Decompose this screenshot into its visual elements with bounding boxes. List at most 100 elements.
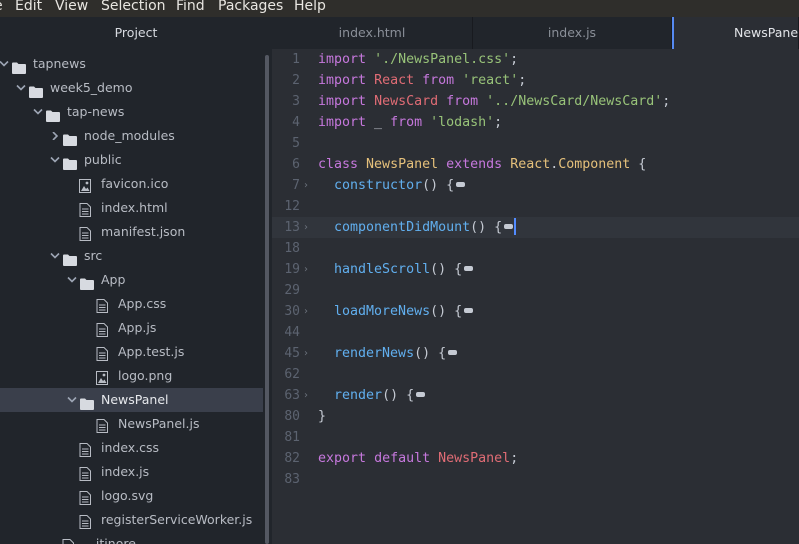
tree-file-app-js[interactable]: App.js bbox=[0, 316, 263, 340]
line-number: 12 bbox=[284, 199, 300, 214]
tree-file-favicon-ico[interactable]: favicon.ico bbox=[0, 172, 263, 196]
tree-file-registerserviceworker-js[interactable]: registerServiceWorker.js bbox=[0, 508, 263, 532]
code-editor[interactable]: 1 import './NewsPanel.css'; 2 import React … bbox=[272, 49, 799, 544]
menu-item-edit[interactable]: Edit bbox=[15, 0, 42, 14]
tree-folder-newspanel[interactable]: NewsPanel bbox=[0, 388, 263, 412]
tree-folder-src[interactable]: src bbox=[0, 244, 263, 268]
code-token: extends bbox=[446, 157, 503, 172]
code-token: renderNews bbox=[334, 346, 415, 361]
tree-folder-app[interactable]: App bbox=[0, 268, 263, 292]
tree-item-label: favicon.ico bbox=[101, 176, 169, 191]
line-number: 6 bbox=[292, 157, 300, 172]
code-token: { bbox=[630, 157, 647, 172]
tree-item-label: App.js bbox=[118, 320, 157, 335]
tab-index-html[interactable]: index.html bbox=[272, 17, 473, 49]
folded-code-indicator-icon[interactable] bbox=[464, 307, 474, 313]
line-number: 30 bbox=[284, 304, 300, 319]
code-token: from bbox=[390, 115, 423, 130]
code-line[interactable]: renderNews() { bbox=[318, 343, 458, 364]
menu-bar: e Edit View Selection Find Packages Help bbox=[0, 0, 799, 17]
line-number: 82 bbox=[284, 451, 300, 466]
tab-index-js[interactable]: index.js bbox=[473, 17, 672, 49]
fold-arrow-icon[interactable]: › bbox=[304, 385, 312, 406]
tree-scrollbar[interactable] bbox=[265, 55, 269, 544]
menu-item-view[interactable]: View bbox=[55, 0, 88, 14]
code-line[interactable]: class NewsPanel extends React.Component … bbox=[318, 154, 646, 175]
code-line[interactable]: handleScroll() { bbox=[318, 259, 474, 280]
code-token: import bbox=[318, 73, 367, 88]
tree-file-manifest-json[interactable]: manifest.json bbox=[0, 220, 263, 244]
folded-code-indicator-icon[interactable] bbox=[416, 391, 426, 397]
code-line[interactable]: import React from 'react'; bbox=[318, 70, 526, 91]
chevron-down-icon[interactable] bbox=[66, 388, 78, 412]
code-line[interactable]: export default NewsPanel; bbox=[318, 448, 518, 469]
fold-arrow-icon[interactable]: › bbox=[304, 301, 312, 322]
code-token: loadMoreNews bbox=[334, 304, 431, 319]
folded-code-indicator-icon[interactable] bbox=[456, 181, 466, 187]
file-icon bbox=[62, 537, 76, 544]
menu-item-selection[interactable]: Selection bbox=[101, 0, 166, 14]
chevron-down-icon[interactable] bbox=[66, 268, 78, 292]
tree-folder-tap-news[interactable]: tap-news bbox=[0, 100, 263, 124]
code-token: NewsCard bbox=[374, 94, 439, 109]
chevron-down-icon[interactable] bbox=[15, 76, 27, 100]
chevron-down-icon[interactable] bbox=[49, 148, 61, 172]
code-token: ; bbox=[494, 115, 503, 130]
tree-folder-week5-demo[interactable]: week5_demo bbox=[0, 76, 263, 100]
chevron-down-icon[interactable] bbox=[32, 100, 44, 124]
menu-item-help[interactable]: Help bbox=[294, 0, 326, 14]
tree-file-newspanel-js[interactable]: NewsPanel.js bbox=[0, 412, 263, 436]
fold-arrow-icon[interactable]: › bbox=[304, 259, 312, 280]
fold-arrow-icon[interactable]: › bbox=[304, 343, 312, 364]
code-line[interactable]: constructor() { bbox=[318, 175, 466, 196]
chevron-down-icon[interactable] bbox=[49, 244, 61, 268]
tree-folder-node-modules[interactable]: node_modules bbox=[0, 124, 263, 148]
tree-file-logo-svg[interactable]: logo.svg bbox=[0, 484, 263, 508]
tree-file-app-test-js[interactable]: App.test.js bbox=[0, 340, 263, 364]
line-number: 4 bbox=[292, 115, 300, 130]
tree-file-itinore[interactable]: ...itinore bbox=[0, 532, 263, 544]
menu-item-e[interactable]: e bbox=[0, 0, 3, 14]
folded-code-indicator-icon[interactable] bbox=[504, 223, 514, 229]
code-line[interactable]: import _ from 'lodash'; bbox=[318, 112, 502, 133]
folded-code-indicator-icon[interactable] bbox=[464, 265, 474, 271]
tree-file-index-js[interactable]: index.js bbox=[0, 460, 263, 484]
line-number: 13 bbox=[284, 220, 300, 235]
tree-file-logo-png[interactable]: logo.png bbox=[0, 364, 263, 388]
line-number: 19 bbox=[284, 262, 300, 277]
code-line[interactable]: componentDidMount() { bbox=[318, 217, 517, 238]
tree-item-label: registerServiceWorker.js bbox=[101, 512, 253, 527]
code-line[interactable]: import './NewsPanel.css'; bbox=[318, 49, 518, 70]
code-line[interactable]: render() { bbox=[318, 385, 426, 406]
tab-newspanel-js[interactable]: NewsPanel.js bbox=[672, 17, 799, 49]
code-token: import bbox=[318, 94, 367, 109]
folded-code-indicator-icon[interactable] bbox=[448, 349, 458, 355]
file-icon bbox=[79, 225, 93, 241]
tree-folder-tapnews[interactable]: tapnews bbox=[0, 52, 263, 76]
chevron-right-icon[interactable] bbox=[49, 124, 61, 148]
tree-folder-public[interactable]: public bbox=[0, 148, 263, 172]
fold-arrow-icon[interactable]: › bbox=[304, 175, 312, 196]
code-line[interactable]: } bbox=[318, 406, 326, 427]
tree-file-index-css[interactable]: index.css bbox=[0, 436, 263, 460]
fold-arrow-icon[interactable]: › bbox=[304, 217, 312, 238]
code-token: import bbox=[318, 115, 367, 130]
menu-item-find[interactable]: Find bbox=[176, 0, 205, 14]
line-number: 62 bbox=[284, 367, 300, 382]
menu-item-packages[interactable]: Packages bbox=[218, 0, 283, 14]
tree-file-app-css[interactable]: App.css bbox=[0, 292, 263, 316]
tree-item-label: NewsPanel.js bbox=[118, 416, 200, 431]
tree-view-header[interactable]: Project bbox=[0, 17, 272, 49]
code-line[interactable]: import NewsCard from '../NewsCard/NewsCa… bbox=[318, 91, 670, 112]
line-number: 80 bbox=[284, 409, 300, 424]
chevron-down-icon[interactable] bbox=[0, 52, 10, 76]
tree-file-index-html[interactable]: index.html bbox=[0, 196, 263, 220]
line-number: 18 bbox=[284, 241, 300, 256]
code-line[interactable]: loadMoreNews() { bbox=[318, 301, 474, 322]
tree-item-label: App bbox=[101, 272, 126, 287]
tree-item-label: node_modules bbox=[84, 128, 175, 143]
